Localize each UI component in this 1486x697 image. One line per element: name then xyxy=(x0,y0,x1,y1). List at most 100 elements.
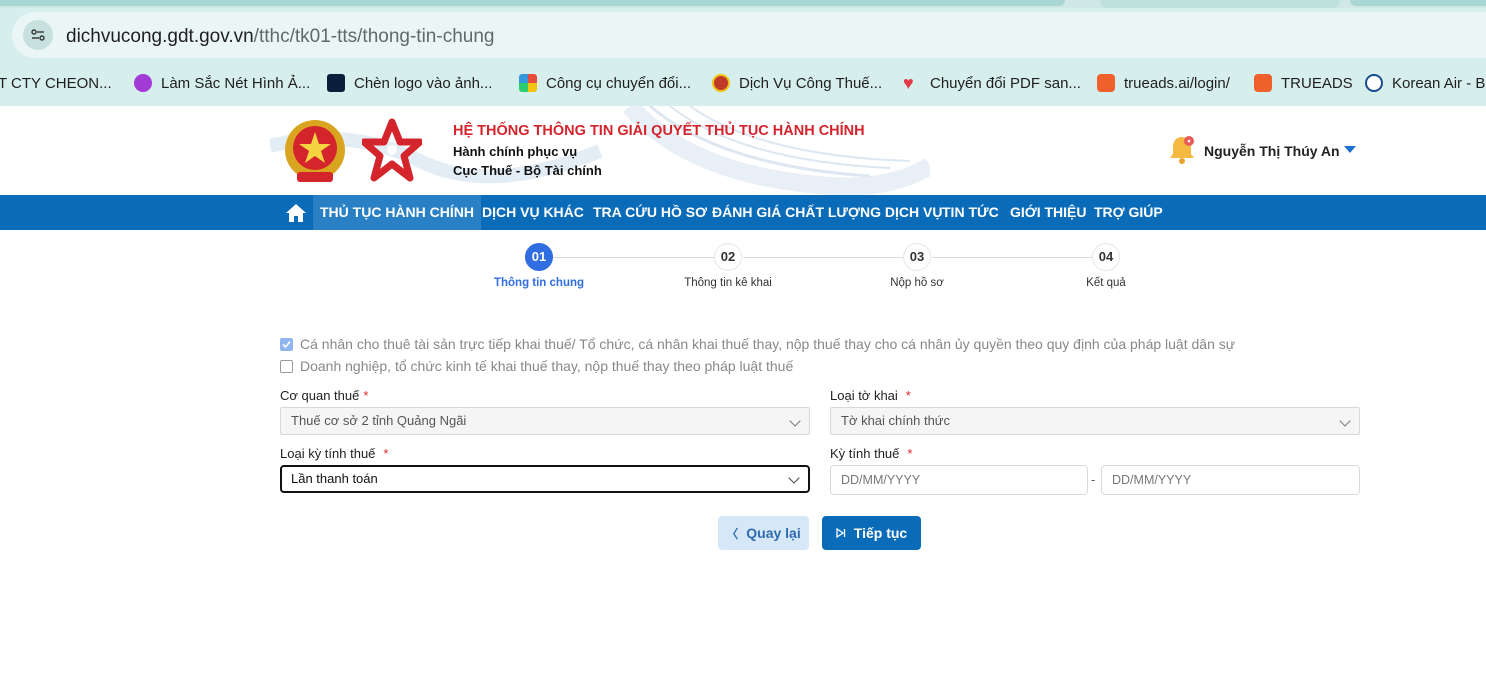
chevron-down-icon xyxy=(1339,415,1351,427)
continue-button[interactable]: Tiếp tục xyxy=(822,516,921,550)
bookmark-item[interactable]: Chèn logo vào ảnh... xyxy=(327,70,492,96)
tiles-icon xyxy=(519,74,537,92)
step-connector xyxy=(932,257,1092,258)
caret-down-icon[interactable] xyxy=(1344,146,1356,153)
address-bar[interactable]: dichvucong.gdt.gov.vn/tthc/tk01-tts/thon… xyxy=(12,12,1486,58)
picsart-icon xyxy=(134,74,152,92)
bookmark-label: Chuyển đổi PDF san... xyxy=(930,74,1081,92)
tax-office-label: Cơ quan thuế * xyxy=(280,388,368,403)
bookmark-item[interactable]: Làm Sắc Nét Hình Ả... xyxy=(134,70,310,96)
bookmark-label: Làm Sắc Nét Hình Ả... xyxy=(161,74,311,92)
bookmark-label: Korean Air - Bo xyxy=(1392,74,1486,92)
period-type-label-text: Loại kỳ tính thuế xyxy=(280,446,376,461)
step-connector xyxy=(743,257,903,258)
nav-item-tro-giup[interactable]: TRỢ GIÚP xyxy=(1087,195,1170,230)
bookmark-item[interactable]: trueads.ai/login/ xyxy=(1097,70,1230,96)
bookmark-label: Chèn logo vào ảnh... xyxy=(354,74,493,92)
required-mark: * xyxy=(383,446,389,461)
koreanair-icon xyxy=(1365,74,1383,92)
step-4-label: Kết quả xyxy=(1086,277,1126,289)
site-info-icon[interactable] xyxy=(23,20,53,50)
nav-item-dich-vu-khac[interactable]: DỊCH VỤ KHÁC xyxy=(475,195,591,230)
nav-item-thu-tuc[interactable]: THỦ TỤC HÀNH CHÍNH xyxy=(313,195,481,230)
bookmark-label: TRUEADS xyxy=(1281,74,1353,92)
step-1-circle: 01 xyxy=(525,243,553,271)
trueads-icon xyxy=(1097,74,1115,92)
main-nav: THỦ TỤC HÀNH CHÍNH DỊCH VỤ KHÁC TRA CỨU … xyxy=(0,195,1486,230)
bookmarks-bar: T CTY CHEON... Làm Sắc Nét Hình Ả... Chè… xyxy=(0,62,1486,106)
tax-office-select[interactable]: Thuế cơ sở 2 tỉnh Quảng Ngãi xyxy=(280,407,810,435)
option-individual-row[interactable]: Cá nhân cho thuê tài sản trực tiếp khai … xyxy=(280,335,1235,353)
nav-item-tin-tuc[interactable]: TIN TỨC xyxy=(935,195,1006,230)
browser-tab[interactable] xyxy=(1100,0,1340,8)
bookmark-item[interactable]: ♥ Chuyển đổi PDF san... xyxy=(903,70,1081,96)
step-1-label: Thông tin chung xyxy=(493,277,585,289)
url-path: /tthc/tk01-tts/thong-tin-chung xyxy=(253,26,495,47)
period-to-input[interactable]: DD/MM/YYYY xyxy=(1101,465,1360,495)
progress-stepper: 01 02 03 04 Thông tin chung Thông tin kê… xyxy=(0,240,1486,300)
bookmark-item[interactable]: Công cụ chuyển đổi... xyxy=(519,70,691,96)
period-from-input[interactable]: DD/MM/YYYY xyxy=(830,465,1088,495)
tax-period-label-text: Kỳ tính thuế xyxy=(830,446,900,461)
step-3-label: Nộp hồ sơ xyxy=(890,277,944,289)
browser-tab[interactable] xyxy=(0,0,1065,6)
back-button[interactable]: 〈 Quay lại xyxy=(718,516,809,550)
bookmark-label: trueads.ai/login/ xyxy=(1124,74,1230,92)
notification-bell-icon[interactable] xyxy=(1167,133,1197,165)
nav-item-tra-cuu[interactable]: TRA CỨU HỒ SƠ xyxy=(586,195,714,230)
declaration-type-select[interactable]: Tờ khai chính thức xyxy=(830,407,1360,435)
nav-item-danh-gia[interactable]: ĐÁNH GIÁ CHẤT LƯỢNG DỊCH VỤ xyxy=(705,195,949,230)
user-menu-name[interactable]: Nguyễn Thị Thúy An xyxy=(1204,143,1340,159)
chevron-down-icon xyxy=(788,472,800,484)
required-mark: * xyxy=(363,388,369,403)
date-range-separator: - xyxy=(1091,472,1096,487)
option-enterprise-label: Doanh nghiệp, tổ chức kinh tế khai thuế … xyxy=(300,358,794,374)
period-type-select[interactable]: Lần thanh toán xyxy=(280,465,810,493)
national-emblem-icon xyxy=(285,120,345,182)
step-connector xyxy=(553,257,714,258)
period-type-value: Lần thanh toán xyxy=(291,471,378,486)
agency-name: Cục Thuế - Bộ Tài chính xyxy=(453,163,602,178)
bookmark-label: Công cụ chuyển đổi... xyxy=(546,74,692,92)
bookmark-item[interactable]: Korean Air - Bo xyxy=(1365,70,1486,96)
continue-button-label: Tiếp tục xyxy=(853,525,908,541)
bookmark-item[interactable]: Dịch Vụ Công Thuế... xyxy=(712,70,882,96)
photoshop-icon xyxy=(327,74,345,92)
declaration-type-label-text: Loại tờ khai xyxy=(830,388,898,403)
system-subtitle: Hành chính phục vụ xyxy=(453,144,578,159)
chevron-down-icon xyxy=(789,415,801,427)
skip-forward-icon xyxy=(836,528,845,538)
browser-tabstrip xyxy=(0,0,1486,8)
checkbox-unchecked[interactable] xyxy=(280,359,293,373)
bookmark-item[interactable]: T CTY CHEON... xyxy=(0,70,112,96)
step-4-circle: 04 xyxy=(1092,243,1120,271)
site-header: HỆ THỐNG THÔNG TIN GIẢI QUYẾT THỦ TỤC HÀ… xyxy=(0,106,1486,195)
option-individual-label: Cá nhân cho thuê tài sản trực tiếp khai … xyxy=(300,336,1236,352)
bookmark-label: T CTY CHEON... xyxy=(0,74,112,92)
trueads-icon xyxy=(1254,74,1272,92)
bookmark-label: Dịch Vụ Công Thuế... xyxy=(739,74,883,92)
option-enterprise-row[interactable]: Doanh nghiệp, tổ chức kinh tế khai thuế … xyxy=(280,357,793,375)
back-button-label: Quay lại xyxy=(746,525,801,541)
browser-tab[interactable] xyxy=(1350,0,1486,6)
step-3-circle: 03 xyxy=(903,243,931,271)
system-title: HỆ THỐNG THÔNG TIN GIẢI QUYẾT THỦ TỤC HÀ… xyxy=(453,123,865,139)
step-2-circle: 02 xyxy=(714,243,742,271)
step-2-label: Thông tin kê khai xyxy=(684,277,772,289)
declaration-type-value: Tờ khai chính thức xyxy=(841,413,950,428)
checkbox-checked[interactable] xyxy=(280,337,293,351)
required-mark: * xyxy=(905,388,911,403)
chevron-left-icon: 〈 xyxy=(726,526,739,541)
nav-item-gioi-thieu[interactable]: GIỚI THIỆU xyxy=(1003,195,1094,230)
required-mark: * xyxy=(907,446,913,461)
declaration-type-label: Loại tờ khai * xyxy=(830,388,911,403)
heart-icon: ♥ xyxy=(903,73,914,93)
tax-period-label: Kỳ tính thuế * xyxy=(830,446,912,461)
url-text[interactable]: dichvucong.gdt.gov.vn/tthc/tk01-tts/thon… xyxy=(66,26,494,48)
home-icon[interactable] xyxy=(285,203,307,223)
tax-logo-icon xyxy=(362,118,422,182)
bookmark-item[interactable]: TRUEADS xyxy=(1254,70,1353,96)
period-type-label: Loại kỳ tính thuế * xyxy=(280,446,388,461)
url-host: dichvucong.gdt.gov.vn xyxy=(66,26,254,47)
emblem-icon xyxy=(712,74,730,92)
